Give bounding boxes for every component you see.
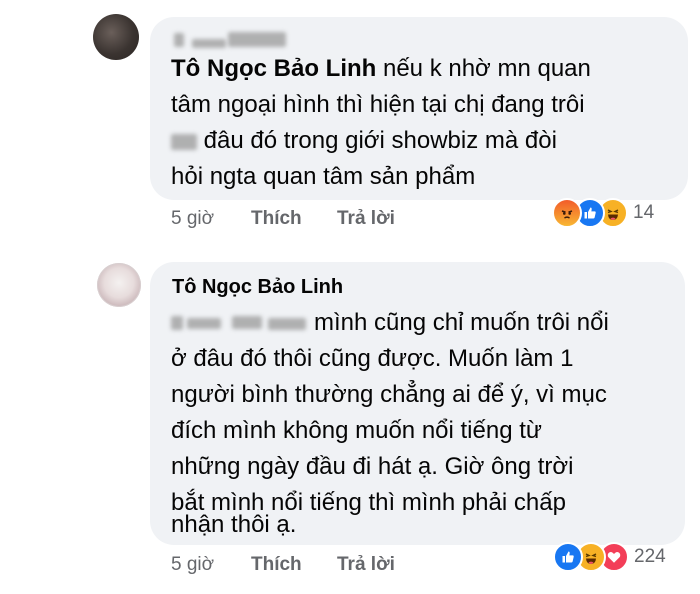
- timestamp[interactable]: 5 giờ: [171, 554, 214, 576]
- timestamp[interactable]: 5 giờ: [171, 208, 214, 230]
- comment-text-line: những ngày đầu đi hát ạ. Giờ ông trời: [171, 453, 574, 480]
- avatar[interactable]: [97, 263, 141, 307]
- angry-reaction-icon: [552, 198, 582, 228]
- like-button[interactable]: Thích: [251, 554, 302, 576]
- comment-text-line: nhận thôi ạ.: [171, 511, 297, 538]
- like-reaction-icon: [553, 542, 583, 572]
- reaction-count: 224: [634, 546, 666, 567]
- comment-text-line: Tô Ngọc Bảo Linh nếu k nhờ mn quan: [171, 55, 591, 82]
- reactions-summary[interactable]: 224: [553, 542, 666, 572]
- blurred-word: [171, 133, 197, 150]
- author-name[interactable]: Tô Ngọc Bảo Linh: [172, 276, 343, 299]
- comment-text-line: đâu đó trong giới showbiz mà đòi: [171, 123, 557, 159]
- comment-text-line: mình cũng chỉ muốn trôi nổi: [314, 309, 609, 336]
- comment-text-line: người bình thường chẳng ai để ý, vì mục: [171, 381, 607, 408]
- like-button[interactable]: Thích: [251, 208, 302, 230]
- reply-button[interactable]: Trả lời: [337, 208, 395, 230]
- comment-text-line: hỏi ngta quan tâm sản phẩm: [171, 163, 476, 190]
- reply-button[interactable]: Trả lời: [337, 554, 395, 576]
- mention-link[interactable]: Tô Ngọc Bảo Linh: [171, 55, 376, 82]
- comment-text-line: đích mình không muốn nổi tiếng từ: [171, 417, 542, 444]
- reaction-count: 14: [633, 202, 655, 223]
- reactions-summary[interactable]: 14: [552, 198, 654, 228]
- avatar[interactable]: [93, 14, 139, 60]
- comment-text-line: ở đâu đó thôi cũng được. Muốn làm 1: [171, 345, 574, 372]
- comment-text-line: tâm ngoại hình thì hiện tại chị đang trô…: [171, 91, 585, 118]
